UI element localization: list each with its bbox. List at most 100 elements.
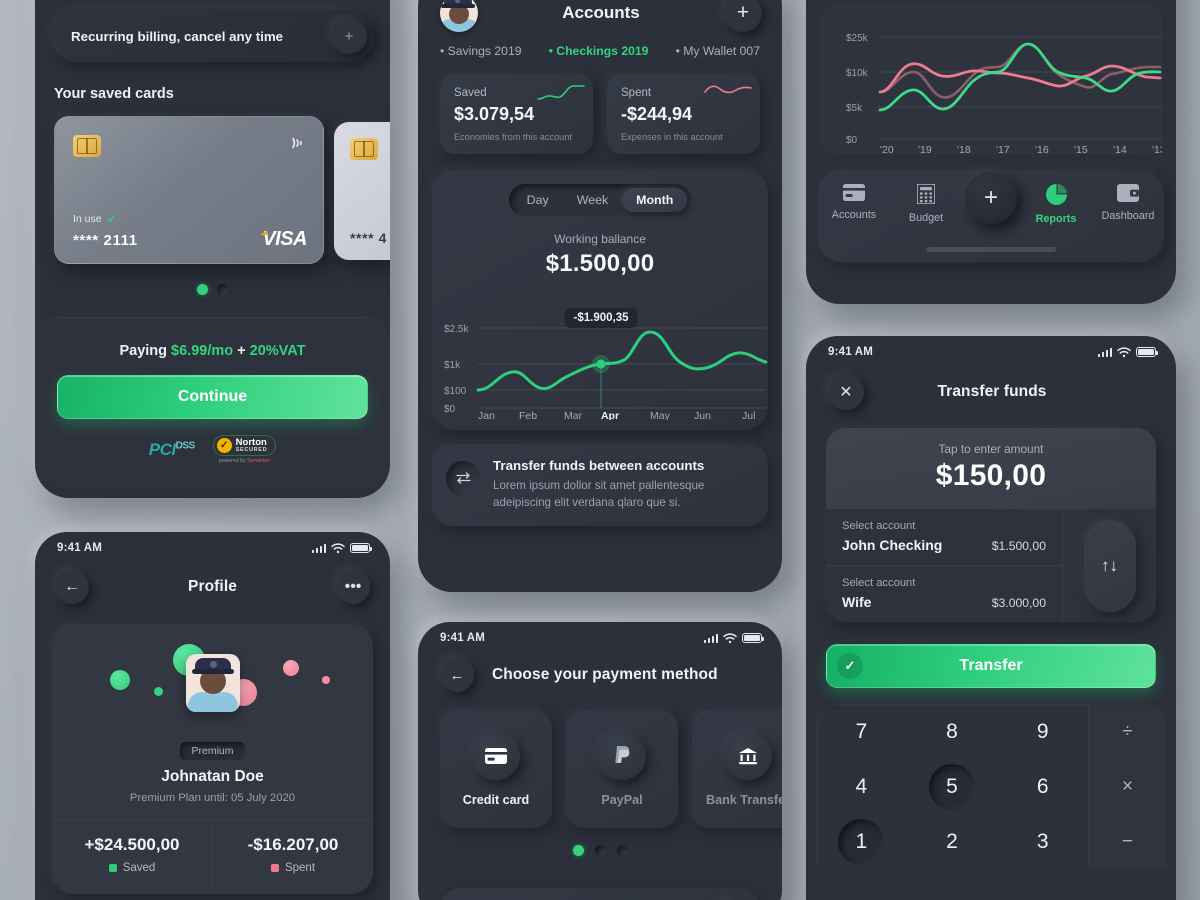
kpi-spent[interactable]: Spent -$244,94 Expenses in this account bbox=[607, 74, 760, 154]
key-minus[interactable]: − bbox=[1089, 814, 1166, 869]
wifi-icon bbox=[1117, 346, 1131, 357]
kpi-saved[interactable]: Saved $3.079,54 Economies from this acco… bbox=[440, 74, 593, 154]
payment-methods-carousel[interactable]: Credit card PayPal Bank Transfer bbox=[418, 692, 782, 828]
amount-value: $150,00 bbox=[935, 459, 1047, 492]
kpi-value: -$244,94 bbox=[621, 104, 693, 124]
saved-card-primary[interactable]: In use ✓ **** 2111 VISA bbox=[54, 116, 324, 264]
key-7[interactable]: 7 bbox=[816, 704, 907, 759]
nav-item-reports[interactable]: Reports bbox=[1023, 184, 1089, 225]
plus-icon[interactable]: + bbox=[724, 0, 762, 32]
account-tabs[interactable]: Savings 2019 Checkings 2019 My Wallet 00… bbox=[418, 32, 782, 58]
paying-summary: Paying $6.99/mo + 20%VAT bbox=[57, 343, 368, 359]
check-icon: ✓ bbox=[837, 653, 863, 679]
transfer-funds-card[interactable]: Transfer funds between accounts Lorem ip… bbox=[432, 444, 768, 526]
accounts-panel: Accounts + Savings 2019 Checkings 2019 M… bbox=[418, 0, 782, 592]
chip-icon bbox=[73, 135, 101, 157]
paying-prefix: Paying bbox=[119, 343, 172, 359]
payment-method-paypal[interactable]: PayPal bbox=[566, 710, 678, 828]
working-balance-label: Working ballance bbox=[554, 232, 646, 246]
nav-item-budget[interactable]: Budget bbox=[893, 184, 959, 224]
tab-checkings-2019[interactable]: Checkings 2019 bbox=[549, 44, 648, 58]
bank-glyph bbox=[739, 747, 757, 764]
carousel-dots[interactable] bbox=[35, 284, 390, 295]
payment-method-label: Credit card bbox=[462, 792, 530, 807]
carousel-dot[interactable] bbox=[217, 284, 228, 295]
carousel-dot[interactable] bbox=[197, 284, 208, 295]
payment-method-credit-card[interactable]: Credit card bbox=[440, 710, 552, 828]
close-icon[interactable]: ✕ bbox=[828, 374, 864, 410]
keypad-numbers: 7 8 9 4 5 6 1 2 3 bbox=[816, 704, 1088, 869]
saved-cards-carousel[interactable]: In use ✓ **** 2111 VISA **** 4 bbox=[35, 116, 390, 268]
profile-plan: Premium Plan until: 05 July 2020 bbox=[129, 792, 296, 804]
period-segmented-control[interactable]: Day Week Month bbox=[508, 184, 692, 216]
saved-card-secondary[interactable]: **** 4 bbox=[334, 122, 390, 260]
bank-icon bbox=[724, 731, 772, 780]
carousel-dot[interactable] bbox=[616, 845, 628, 856]
bubble-green-sm bbox=[154, 687, 163, 696]
arrow-left-icon[interactable]: ← bbox=[55, 570, 89, 604]
segment-week[interactable]: Week bbox=[563, 188, 622, 212]
account-from[interactable]: Select account John Checking $1.500,00 bbox=[826, 509, 1062, 565]
avatar[interactable] bbox=[440, 0, 478, 32]
card-masked-number: **** 4 bbox=[350, 230, 388, 246]
bubble-pink-md bbox=[283, 660, 299, 676]
nav-item-accounts[interactable]: Accounts bbox=[821, 184, 887, 221]
payment-carousel-dots[interactable] bbox=[418, 845, 782, 856]
plus-icon[interactable]: + bbox=[965, 172, 1017, 224]
numeric-keypad[interactable]: 7 8 9 4 5 6 1 2 3 ÷ × − bbox=[816, 704, 1166, 869]
recurring-billing-banner[interactable]: Recurring billing, cancel any time + bbox=[51, 10, 374, 62]
key-3[interactable]: 3 bbox=[997, 814, 1088, 869]
key-4[interactable]: 4 bbox=[816, 759, 907, 814]
accounts-header: Accounts + bbox=[418, 0, 782, 32]
key-9[interactable]: 9 bbox=[997, 704, 1088, 759]
credit-card-glyph bbox=[485, 747, 507, 764]
page-title: Choose your payment method bbox=[492, 666, 718, 683]
account-to[interactable]: Select account Wife $3.000,00 bbox=[826, 565, 1062, 622]
tab-my-wallet-007[interactable]: My Wallet 007 bbox=[676, 44, 760, 58]
nav-item-dashboard[interactable]: Dashboard bbox=[1095, 184, 1161, 222]
key-1[interactable]: 1 bbox=[816, 814, 907, 869]
transfer-button-label: Transfer bbox=[959, 657, 1023, 674]
key-multiply[interactable]: × bbox=[1089, 759, 1166, 814]
segment-day[interactable]: Day bbox=[513, 188, 563, 212]
stat-value: +$24.500,00 bbox=[84, 835, 180, 854]
chart-point-apr[interactable] bbox=[596, 359, 606, 369]
amount-input[interactable]: Tap to enter amount $150,00 bbox=[826, 428, 1156, 509]
key-8[interactable]: 8 bbox=[907, 704, 998, 759]
payment-method-panel: 9:41 AM ← Choose your payment method Cre… bbox=[418, 622, 782, 900]
kpi-spent-sparkline bbox=[704, 85, 752, 94]
home-indicator bbox=[926, 247, 1056, 252]
tab-savings-2019[interactable]: Savings 2019 bbox=[440, 44, 522, 58]
plus-icon[interactable]: + bbox=[331, 18, 367, 54]
ytick-0: $0 bbox=[846, 135, 858, 146]
key-divide[interactable]: ÷ bbox=[1089, 704, 1166, 759]
segment-month[interactable]: Month bbox=[622, 188, 688, 212]
payment-method-bank-transfer[interactable]: Bank Transfer bbox=[692, 710, 782, 828]
transfer-button[interactable]: ✓ Transfer bbox=[826, 644, 1156, 688]
key-5[interactable]: 5 bbox=[907, 759, 998, 814]
kpi-cards: Saved $3.079,54 Economies from this acco… bbox=[418, 58, 782, 154]
key-6[interactable]: 6 bbox=[997, 759, 1088, 814]
reports-chart[interactable]: $25k $10k $5k $0 '20 '19 '18 '17 '16 '15… bbox=[820, 4, 1166, 156]
arrow-left-icon[interactable]: ← bbox=[440, 658, 474, 692]
key-1-pressed[interactable]: 1 bbox=[838, 818, 885, 865]
swap-vertical-icon[interactable]: ↑↓ bbox=[1083, 519, 1136, 612]
legend-swatch-saved bbox=[108, 864, 117, 872]
carousel-dot[interactable] bbox=[594, 845, 606, 856]
keypad-operators: ÷ × − bbox=[1088, 704, 1166, 869]
continue-button[interactable]: Continue bbox=[57, 375, 368, 419]
stat-label: Spent bbox=[284, 862, 316, 874]
ellipsis-icon[interactable]: ••• bbox=[336, 570, 370, 604]
recurring-billing-label: Recurring billing, cancel any time bbox=[71, 28, 284, 44]
xtick-20: '20 bbox=[880, 144, 894, 154]
pci-dss-badge: PCIDSS bbox=[149, 440, 195, 460]
saved-cards-title: Your saved cards bbox=[54, 86, 174, 102]
transfer-header: ✕ Transfer funds bbox=[806, 360, 1176, 410]
xtick-16: '16 bbox=[1035, 144, 1049, 154]
ytick-5k: $5k bbox=[846, 103, 863, 114]
working-balance-chart[interactable]: $2.5k $1k $100 $0 Jan Feb Mar Apr May Ju… bbox=[432, 292, 768, 420]
carousel-dot[interactable] bbox=[572, 845, 584, 856]
key-5-pressed[interactable]: 5 bbox=[928, 763, 975, 810]
bottom-navigation-bar[interactable]: Accounts Budget + Reports Dashboard bbox=[818, 170, 1164, 262]
key-2[interactable]: 2 bbox=[907, 814, 998, 869]
